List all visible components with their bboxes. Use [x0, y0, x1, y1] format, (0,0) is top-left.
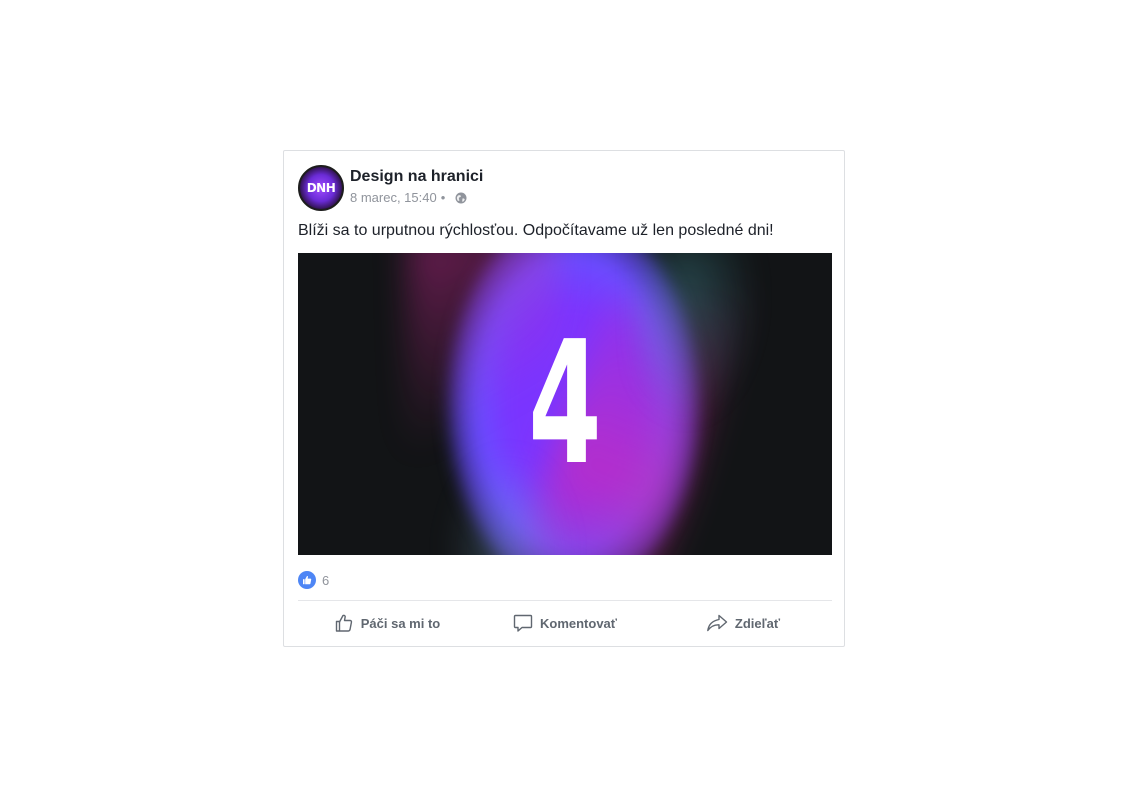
- post-header: DNH Design na hranici 8 marec, 15:40 •: [298, 165, 483, 213]
- reaction-count: 6: [322, 572, 330, 588]
- action-bar: Páči sa mi to Komentovať Zdieľať: [298, 603, 832, 643]
- post-message: Blíži sa to urputnou rýchlosťou. Odpočít…: [298, 222, 774, 239]
- post-image[interactable]: 4: [298, 253, 832, 555]
- divider: [298, 600, 832, 601]
- share-button[interactable]: Zdieľať: [654, 603, 832, 643]
- like-button-label: Páči sa mi to: [360, 615, 441, 631]
- post-timestamp[interactable]: 8 marec, 15:40: [350, 190, 437, 206]
- page-name[interactable]: Design na hranici: [350, 167, 483, 187]
- comment-icon: [513, 614, 533, 632]
- post-subline: 8 marec, 15:40 •: [350, 190, 483, 206]
- like-button[interactable]: Páči sa mi to: [298, 603, 476, 643]
- share-icon: [706, 614, 728, 632]
- post-meta: Design na hranici 8 marec, 15:40 •: [350, 165, 483, 206]
- comment-button[interactable]: Komentovať: [476, 603, 654, 643]
- reactions-summary[interactable]: 6: [298, 571, 329, 589]
- avatar-logo-text: DNH: [306, 181, 336, 195]
- countdown-number: 4: [528, 305, 602, 503]
- like-icon: [298, 571, 316, 589]
- meta-separator: •: [440, 190, 446, 205]
- post-card: DNH Design na hranici 8 marec, 15:40 • B…: [283, 150, 845, 647]
- share-button-label: Zdieľať: [734, 615, 781, 631]
- globe-icon[interactable]: [455, 192, 467, 204]
- comment-button-label: Komentovať: [539, 615, 618, 631]
- thumbs-up-icon: [335, 614, 352, 632]
- avatar[interactable]: DNH: [298, 165, 344, 211]
